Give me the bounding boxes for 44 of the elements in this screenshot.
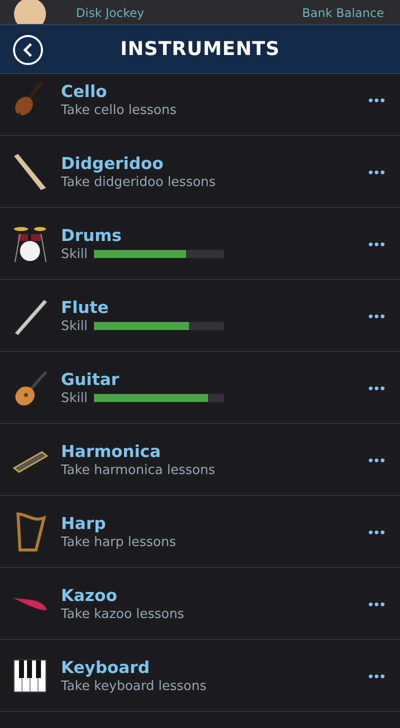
bank-balance-label: Bank Balance [302,6,384,20]
more-button[interactable]: ••• [366,162,388,182]
lesson-hint: Take kazoo lessons [61,606,184,622]
back-chevron-icon [22,43,34,57]
didgeridoo-icon [12,152,48,192]
lesson-hint: Take cello lessons [61,102,177,118]
instrument-name: Flute [61,298,110,316]
instrument-row[interactable]: Kazoo Take kazoo lessons ••• [0,568,400,640]
instrument-row[interactable]: Cello Take cello lessons ••• [0,74,400,136]
more-button[interactable]: ••• [366,450,388,470]
lesson-hint: Take harmonica lessons [61,462,216,478]
job-title: Disk Jockey [76,6,146,20]
more-button[interactable]: ••• [366,234,388,254]
instrument-name: Drums [61,226,123,244]
skill-label: Skill [61,390,88,406]
back-button[interactable] [13,35,43,65]
more-button[interactable]: ••• [366,594,388,614]
instrument-name: Cello [61,82,108,100]
more-button[interactable]: ••• [366,522,388,542]
instrument-name: Guitar [61,370,120,388]
instrument-name: Keyboard [61,658,151,676]
more-button[interactable]: ••• [366,306,388,326]
instrument-row[interactable]: Keyboard Take keyboard lessons ••• [0,640,400,712]
instrument-row[interactable]: Harmonica Take harmonica lessons ••• [0,424,400,496]
instrument-row[interactable]: Flute Skill ••• [0,280,400,352]
skill-label: Skill [61,318,88,334]
instrument-name: Kazoo [61,586,118,604]
more-button[interactable]: ••• [366,90,388,110]
lesson-hint: Take harp lessons [61,534,176,550]
instrument-name: Harp [61,514,107,532]
screen-title: INSTRUMENTS [120,38,280,60]
instrument-name: Didgeridoo [61,154,164,172]
instrument-row[interactable]: Harp Take harp lessons ••• [0,496,400,568]
instrument-row[interactable]: Guitar Skill ••• [0,352,400,424]
instrument-row[interactable]: Didgeridoo Take didgeridoo lessons ••• [0,136,400,208]
lesson-hint: Take keyboard lessons [61,678,207,694]
instrument-row[interactable]: Drums Skill ••• [0,208,400,280]
avatar [14,0,46,24]
instrument-name: Harmonica [61,442,162,460]
skill-label: Skill [61,246,88,262]
more-button[interactable]: ••• [366,666,388,686]
more-button[interactable]: ••• [366,378,388,398]
lesson-hint: Take didgeridoo lessons [61,174,216,190]
kazoo-icon [12,596,48,612]
